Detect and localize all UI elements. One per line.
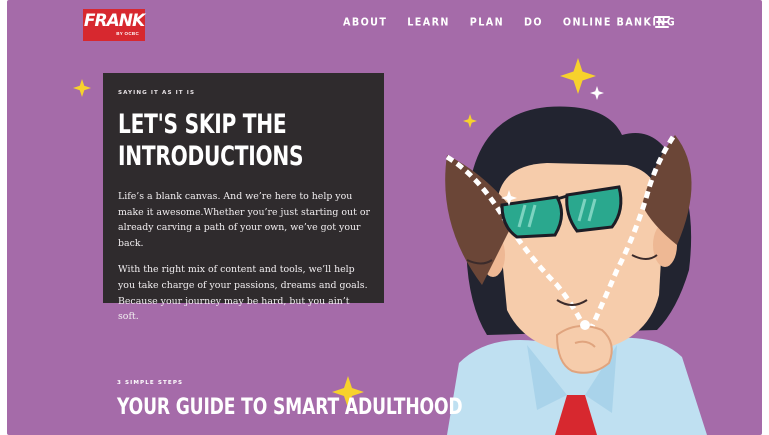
sparkle-icon — [463, 114, 477, 128]
intro-paragraph-2: With the right mix of content and tools,… — [118, 264, 368, 323]
nav-about[interactable]: ABOUT — [343, 16, 387, 29]
intro-paragraph-1: Life’s a blank canvas. And we’re here to… — [118, 191, 370, 249]
hero-section: FRANK BY OCBC ABOUT LEARN PLAN DO ONLINE… — [7, 0, 762, 435]
intro-title-line2: INTRODUCTIONS — [118, 141, 304, 172]
frank-logo[interactable]: FRANK BY OCBC — [83, 9, 145, 41]
steps-title: YOUR GUIDE TO SMART ADULTHOOD — [117, 395, 463, 420]
main-nav: ABOUT LEARN PLAN DO ONLINE BANKING — [323, 16, 676, 29]
intro-kicker: SAYING IT AS IT IS — [118, 90, 196, 96]
steps-kicker: 3 SIMPLE STEPS — [117, 380, 184, 386]
nav-do[interactable]: DO — [524, 16, 543, 29]
sparkle-icon — [590, 86, 604, 100]
nav-plan[interactable]: PLAN — [470, 16, 504, 29]
logo-wordmark: FRANK — [83, 11, 145, 31]
hamburger-menu-icon[interactable] — [654, 14, 670, 30]
logo-byline: BY OCBC — [116, 31, 139, 36]
intro-title-line1: LET'S SKIP THE — [118, 109, 287, 140]
man-unzipping-face-illustration — [445, 106, 707, 435]
sparkle-icon — [73, 79, 91, 97]
sparkle-icon — [501, 190, 517, 206]
intro-title: LET'S SKIP THE INTRODUCTIONS — [118, 109, 392, 173]
nav-learn[interactable]: LEARN — [407, 16, 450, 29]
intro-card: SAYING IT AS IT IS LET'S SKIP THE INTROD… — [103, 73, 384, 322]
